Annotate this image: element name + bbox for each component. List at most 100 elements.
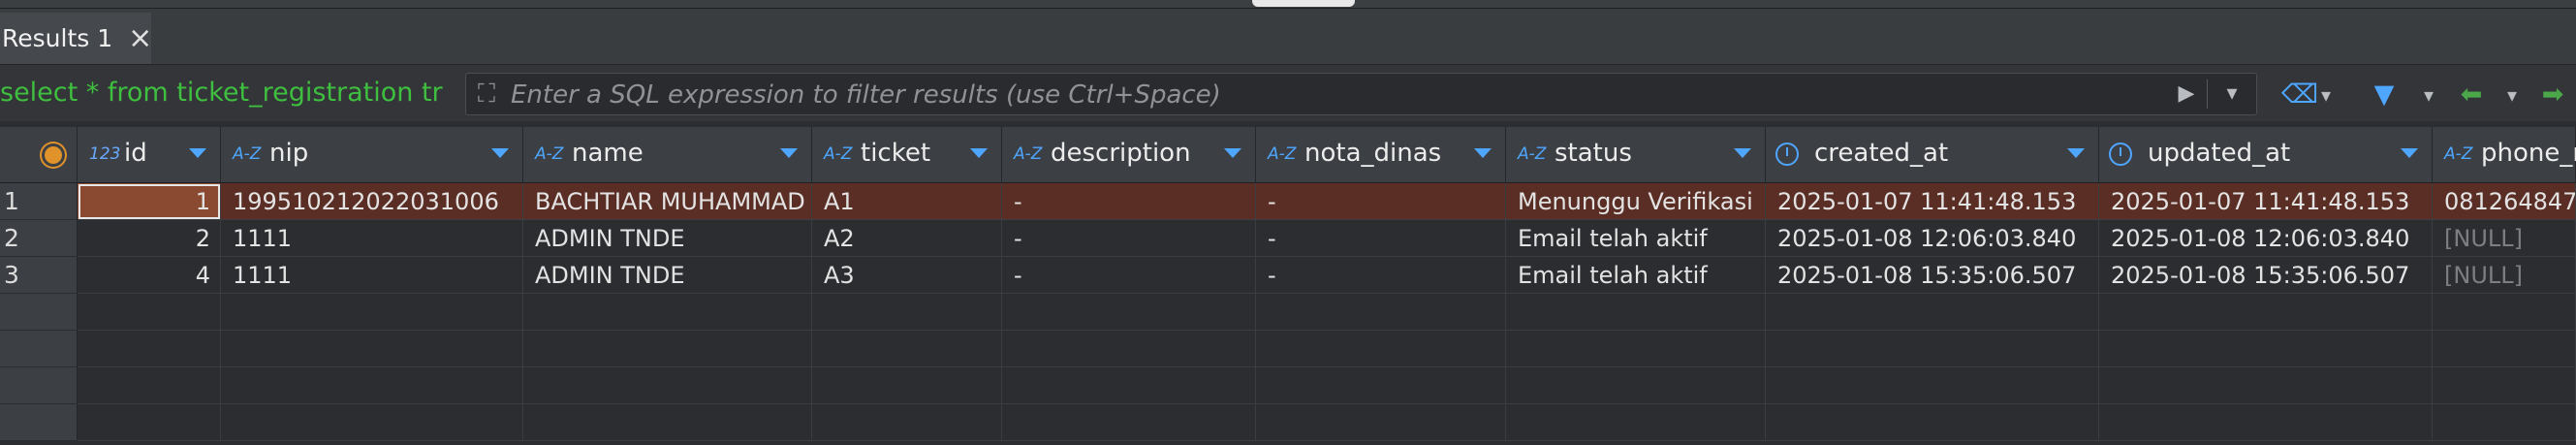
cell-status[interactable]: Email telah aktif (1506, 257, 1766, 294)
cell-phone[interactable]: [NULL] (2433, 220, 2576, 257)
cell-name[interactable]: ADMIN TNDE (523, 220, 812, 257)
cell-id[interactable]: 1 (78, 183, 221, 220)
cell-updated-at[interactable]: 2025-01-07 11:41:48.153 (2099, 183, 2433, 220)
column-header-label: updated_at (2148, 139, 2291, 168)
query-text[interactable]: select * from ticket_registration tr (0, 75, 465, 111)
column-header-nota-dinas[interactable]: A-Z nota_dinas (1256, 127, 1506, 183)
sort-icon[interactable] (2401, 148, 2418, 158)
empty-cell (1506, 404, 1766, 441)
cell-created-at[interactable]: 2025-01-08 15:35:06.507 (1766, 257, 2099, 294)
tab-results-1[interactable]: Results 1 × (0, 13, 152, 64)
empty-cell (221, 404, 523, 441)
cell-id[interactable]: 2 (78, 220, 221, 257)
column-header-id[interactable]: 123 id (78, 127, 221, 183)
column-header-ticket[interactable]: A-Z ticket (812, 127, 1002, 183)
table-row[interactable]: 3 4 1111 ADMIN TNDE A3 - - Email telah a… (0, 257, 2576, 294)
empty-cell (1766, 367, 2099, 404)
filter-icon[interactable]: ▼ (2369, 80, 2400, 110)
column-header-created-at[interactable]: created_at (1766, 127, 2099, 183)
cell-description[interactable]: - (1002, 220, 1256, 257)
cell-phone[interactable]: 081264847 (2433, 183, 2576, 220)
chevron-down-icon[interactable]: ▾ (2417, 80, 2440, 110)
cell-ticket[interactable]: A2 (812, 220, 1002, 257)
sort-icon[interactable] (189, 148, 206, 158)
row-number-empty (0, 331, 78, 367)
column-header-label: id (124, 139, 147, 168)
row-number[interactable]: 1 (0, 183, 78, 220)
column-header-nip[interactable]: A-Z nip (221, 127, 523, 183)
text-type-icon: A-Z (2444, 144, 2473, 164)
panel-drag-handle[interactable] (1252, 0, 1355, 7)
empty-cell (812, 404, 1002, 441)
filter-input[interactable] (509, 74, 2112, 116)
cell-id[interactable]: 4 (78, 257, 221, 294)
filter-bar: select * from ticket_registration tr ⛶ ▶… (0, 65, 2576, 121)
close-icon[interactable]: × (128, 23, 152, 53)
cell-description[interactable]: - (1002, 257, 1256, 294)
apply-filter-icon[interactable]: ▶ (2174, 81, 2199, 107)
table-row[interactable]: 1 1 199510212022031006 BACHTIAR MUHAMMAD… (0, 183, 2576, 220)
empty-cell (523, 331, 812, 367)
filter-history-dropdown-icon[interactable]: ▾ (2215, 79, 2249, 109)
column-header-status[interactable]: A-Z status (1506, 127, 1766, 183)
cell-status[interactable]: Menunggu Verifikasi (1506, 183, 1766, 220)
tab-label: Results 1 (2, 24, 113, 52)
cell-nota-dinas[interactable]: - (1256, 183, 1506, 220)
cell-created-at[interactable]: 2025-01-08 12:06:03.840 (1766, 220, 2099, 257)
grid-corner[interactable] (0, 127, 78, 183)
cell-nip[interactable]: 1111 (221, 220, 523, 257)
empty-cell (1506, 367, 1766, 404)
sort-icon[interactable] (1734, 148, 1751, 158)
sort-icon[interactable] (491, 148, 509, 158)
expand-icon[interactable]: ⛶ (472, 79, 501, 109)
cell-updated-at[interactable]: 2025-01-08 15:35:06.507 (2099, 257, 2433, 294)
cell-nota-dinas[interactable]: - (1256, 220, 1506, 257)
column-header-label: nota_dinas (1304, 139, 1442, 168)
sort-icon[interactable] (1224, 148, 1241, 158)
cell-description[interactable]: - (1002, 183, 1256, 220)
column-header-label: name (572, 139, 644, 168)
column-header-description[interactable]: A-Z description (1002, 127, 1256, 183)
column-header-label: description (1051, 139, 1191, 168)
chevron-down-icon[interactable]: ▾ (2500, 80, 2524, 110)
number-type-icon: 123 (89, 144, 121, 164)
column-header-updated-at[interactable]: updated_at (2099, 127, 2433, 183)
cell-name[interactable]: ADMIN TNDE (523, 257, 812, 294)
cell-ticket[interactable]: A3 (812, 257, 1002, 294)
arrow-left-icon[interactable]: ⬅ (2454, 80, 2489, 110)
empty-cell (1002, 294, 1256, 331)
row-number-empty (0, 294, 78, 331)
sort-icon[interactable] (2067, 148, 2085, 158)
cell-phone[interactable]: [NULL] (2433, 257, 2576, 294)
text-type-icon: A-Z (535, 144, 564, 164)
sort-icon[interactable] (780, 148, 798, 158)
empty-cell (1766, 294, 2099, 331)
table-row[interactable]: 2 2 1111 ADMIN TNDE A2 - - Email telah a… (0, 220, 2576, 257)
cell-created-at[interactable]: 2025-01-07 11:41:48.153 (1766, 183, 2099, 220)
cell-nip[interactable]: 1111 (221, 257, 523, 294)
column-header-phone[interactable]: A-Z phone_n (2433, 127, 2576, 183)
clock-icon (2109, 143, 2132, 166)
cell-nota-dinas[interactable]: - (1256, 257, 1506, 294)
cell-ticket[interactable]: A1 (812, 183, 1002, 220)
chevron-down-icon[interactable]: ▾ (2314, 80, 2338, 110)
cell-name[interactable]: BACHTIAR MUHAMMAD (523, 183, 812, 220)
empty-cell (1506, 294, 1766, 331)
column-header-name[interactable]: A-Z name (523, 127, 812, 183)
record-indicator-icon (45, 146, 62, 164)
row-number[interactable]: 3 (0, 257, 78, 294)
sort-icon[interactable] (1474, 148, 1492, 158)
cell-updated-at[interactable]: 2025-01-08 12:06:03.840 (2099, 220, 2433, 257)
row-number-empty (0, 367, 78, 404)
empty-cell (2433, 367, 2576, 404)
empty-cell (812, 331, 1002, 367)
cell-nip[interactable]: 199510212022031006 (221, 183, 523, 220)
cell-status[interactable]: Email telah aktif (1506, 220, 1766, 257)
arrow-right-icon[interactable]: ➡ (2535, 80, 2570, 110)
sort-icon[interactable] (970, 148, 988, 158)
text-type-icon: A-Z (1518, 144, 1547, 164)
eraser-icon[interactable]: ⌫ (2281, 80, 2318, 110)
empty-cell (1256, 404, 1506, 441)
empty-cell (523, 294, 812, 331)
row-number[interactable]: 2 (0, 220, 78, 257)
